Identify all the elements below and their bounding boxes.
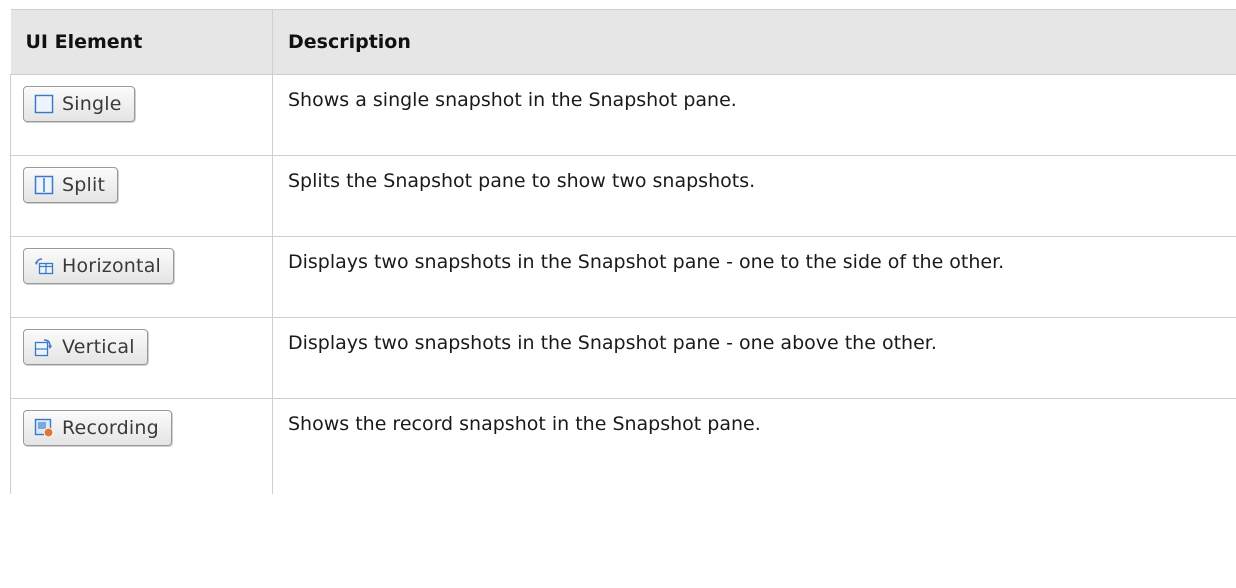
ui-element-cell: Single <box>10 74 273 156</box>
vertical-button-label: Vertical <box>62 336 135 358</box>
description-cell: Displays two snapshots in the Snapshot p… <box>272 317 1236 399</box>
table-row: Single Shows a single snapshot in the Sn… <box>10 74 1236 156</box>
description-cell: Displays two snapshots in the Snapshot p… <box>272 236 1236 318</box>
description-cell: Shows the record snapshot in the Snapsho… <box>288 413 761 435</box>
horizontal-button-label: Horizontal <box>62 255 162 277</box>
single-pane-icon <box>34 94 54 114</box>
table-row: Vertical Displays two snapshots in the S… <box>10 317 1236 399</box>
ui-element-cell: Horizontal <box>10 236 273 318</box>
split-button[interactable]: Split <box>23 167 119 203</box>
header-ui-element: UI Element <box>10 9 273 75</box>
horizontal-layout-icon <box>34 256 54 276</box>
description-cell: Splits the Snapshot pane to show two sna… <box>272 155 1236 237</box>
recording-button[interactable]: Recording <box>23 410 172 446</box>
ui-element-cell: Split <box>10 155 273 237</box>
table-row: Recording Shows the record snapshot in t… <box>10 398 1236 494</box>
vertical-layout-icon <box>34 337 54 357</box>
recording-button-label: Recording <box>62 417 159 439</box>
vertical-button[interactable]: Vertical <box>23 329 148 365</box>
description-cell: Shows a single snapshot in the Snapshot … <box>272 74 1236 156</box>
header-description: Description <box>272 9 1236 75</box>
ui-element-cell: Recording <box>10 398 273 494</box>
table-row: Horizontal Displays two snapshots in the… <box>10 236 1236 318</box>
split-button-label: Split <box>62 174 106 196</box>
recording-snapshot-icon <box>34 418 54 438</box>
ui-elements-table: UI Element Description Single Shows a si… <box>10 9 1236 494</box>
ui-element-cell: Vertical <box>10 317 273 399</box>
page: UI Element Description Single Shows a si… <box>0 0 1236 588</box>
table-header-row: UI Element Description <box>10 9 1236 75</box>
table-row: Split Splits the Snapshot pane to show t… <box>10 155 1236 237</box>
split-pane-icon <box>34 175 54 195</box>
single-button[interactable]: Single <box>23 86 135 122</box>
horizontal-button[interactable]: Horizontal <box>23 248 175 284</box>
single-button-label: Single <box>62 93 122 115</box>
